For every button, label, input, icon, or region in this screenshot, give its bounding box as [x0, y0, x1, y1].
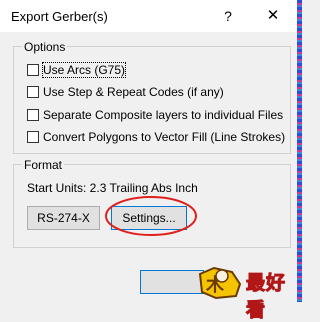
use-arcs-option[interactable]: Use Arcs (G75): [27, 62, 127, 78]
background-stripe: [297, 0, 302, 302]
convert-polygons-checkbox[interactable]: [27, 131, 39, 143]
use-arcs-label[interactable]: Use Arcs (G75): [41, 62, 127, 78]
title-bar: Export Gerber(s) ? ✕: [0, 0, 302, 32]
options-legend: Options: [22, 40, 68, 54]
rs274x-button-label: RS-274-X: [37, 211, 90, 225]
convert-polygons-option[interactable]: Convert Polygons to Vector Fill (Line St…: [27, 129, 285, 145]
separate-composite-option[interactable]: Separate Composite layers to individual …: [27, 107, 283, 123]
format-legend: Format: [22, 158, 65, 172]
step-repeat-label[interactable]: Use Step & Repeat Codes (if any): [43, 85, 224, 99]
separate-composite-label[interactable]: Separate Composite layers to individual …: [43, 108, 283, 122]
watermark-text: 最好看: [246, 273, 287, 322]
separate-composite-checkbox[interactable]: [27, 109, 39, 121]
use-arcs-checkbox[interactable]: [27, 64, 39, 76]
rs274x-button[interactable]: RS-274-X: [27, 206, 100, 230]
window-title: Export Gerber(s): [11, 9, 108, 24]
help-button[interactable]: ?: [218, 6, 238, 26]
start-units-text: Start Units: 2.3 Trailing Abs Inch: [27, 181, 198, 195]
step-repeat-option[interactable]: Use Step & Repeat Codes (if any): [27, 84, 224, 100]
close-button[interactable]: ✕: [262, 6, 284, 26]
convert-polygons-label[interactable]: Convert Polygons to Vector Fill (Line St…: [43, 130, 285, 144]
step-repeat-checkbox[interactable]: [27, 86, 39, 98]
ok-button[interactable]: [140, 270, 204, 294]
red-annotation-circle: [105, 196, 197, 236]
